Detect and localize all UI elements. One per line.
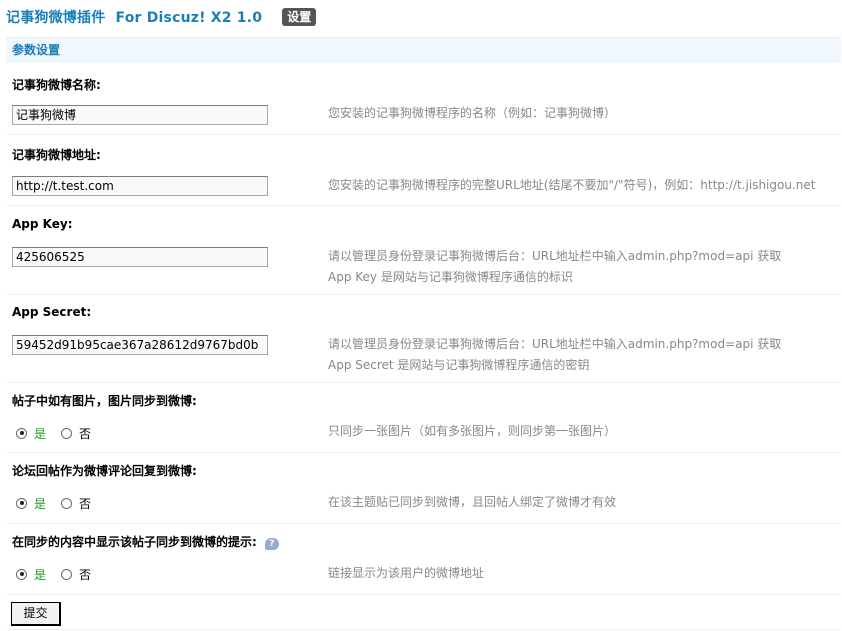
sync-images-label: 帖子中如有图片，图片同步到微博: (12, 394, 197, 408)
sync-tip-no-radio[interactable] (61, 568, 73, 580)
app-secret-label: App Secret: (12, 305, 92, 319)
sync-images-no-label[interactable]: 否 (79, 425, 91, 442)
plugin-title: 记事狗微博插件 For Discuz! X2 1.0 (6, 10, 263, 26)
sync-images-yes-label[interactable]: 是 (34, 425, 46, 442)
sync-images-desc: 只同步一张图片（如有多张图片，则同步第一张图片） (328, 424, 617, 438)
divider (6, 134, 841, 135)
reply-comment-no-radio[interactable] (61, 497, 73, 509)
sync-tip-yes-label[interactable]: 是 (34, 566, 46, 583)
app-secret-desc-line1: 请以管理员身份登录记事狗微博后台：URL地址栏中输入admin.php?mod=… (328, 337, 782, 351)
question-bubble-icon[interactable]: ? (264, 538, 279, 550)
submit-button[interactable]: 提交 (11, 602, 61, 626)
reply-comment-yes-label[interactable]: 是 (34, 495, 46, 512)
sync-tip-yes-radio[interactable] (16, 568, 27, 580)
sync-images-yes-radio[interactable] (16, 427, 27, 439)
sync-images-radio-group: 是 否 (16, 425, 91, 441)
section-header: 参数设置 (6, 37, 841, 63)
app-key-label: App Key: (12, 217, 73, 231)
divider (6, 629, 841, 630)
reply-comment-radio-group: 是 否 (16, 495, 91, 511)
sync-tip-no-label[interactable]: 否 (79, 566, 91, 583)
divider (6, 205, 841, 206)
weibo-url-desc: 您安装的记事狗微博程序的完整URL地址(结尾不要加"/"符号)，例如：http:… (328, 178, 816, 192)
divider (6, 523, 841, 524)
weibo-name-input[interactable]: 记事狗微博 (12, 105, 268, 125)
app-key-desc-line2: App Key 是网站与记事狗微博程序通信的标识 (328, 270, 573, 284)
sync-tip-label: 在同步的内容中显示该帖子同步到微博的提示: (12, 535, 257, 549)
sync-tip-desc: 链接显示为该用户的微博地址 (328, 566, 485, 580)
app-secret-input[interactable]: 59452d91b95cae367a28612d9767bd0b (12, 335, 268, 355)
app-key-input[interactable]: 425606525 (12, 247, 268, 267)
app-key-desc-line1: 请以管理员身份登录记事狗微博后台：URL地址栏中输入admin.php?mod=… (328, 249, 782, 263)
divider (6, 294, 841, 295)
sync-images-no-radio[interactable] (61, 427, 73, 439)
weibo-url-input[interactable]: http://t.test.com (12, 176, 268, 196)
reply-comment-no-label[interactable]: 否 (79, 495, 91, 512)
page-header: 记事狗微博插件 For Discuz! X2 1.0 设置 (6, 7, 317, 27)
weibo-url-label: 记事狗微博地址: (12, 148, 101, 162)
reply-comment-desc: 在该主题贴已同步到微博，且回帖人绑定了微博才有效 (328, 495, 617, 509)
weibo-name-label: 记事狗微博名称: (12, 78, 101, 92)
sync-tip-radio-group: 是 否 (16, 566, 91, 582)
reply-comment-yes-radio[interactable] (16, 497, 27, 509)
settings-button[interactable]: 设置 (282, 8, 317, 26)
section-title: 参数设置 (12, 43, 61, 57)
weibo-name-desc: 您安装的记事狗微博程序的名称（例如：记事狗微博） (328, 106, 617, 120)
divider (6, 452, 841, 453)
reply-comment-label: 论坛回帖作为微博评论回复到微博: (12, 464, 197, 478)
divider (6, 594, 841, 595)
divider (6, 382, 841, 383)
sync-tip-label-row: 在同步的内容中显示该帖子同步到微博的提示:? (12, 533, 279, 550)
app-secret-desc-line2: App Secret 是网站与记事狗微博程序通信的密钥 (328, 358, 590, 372)
